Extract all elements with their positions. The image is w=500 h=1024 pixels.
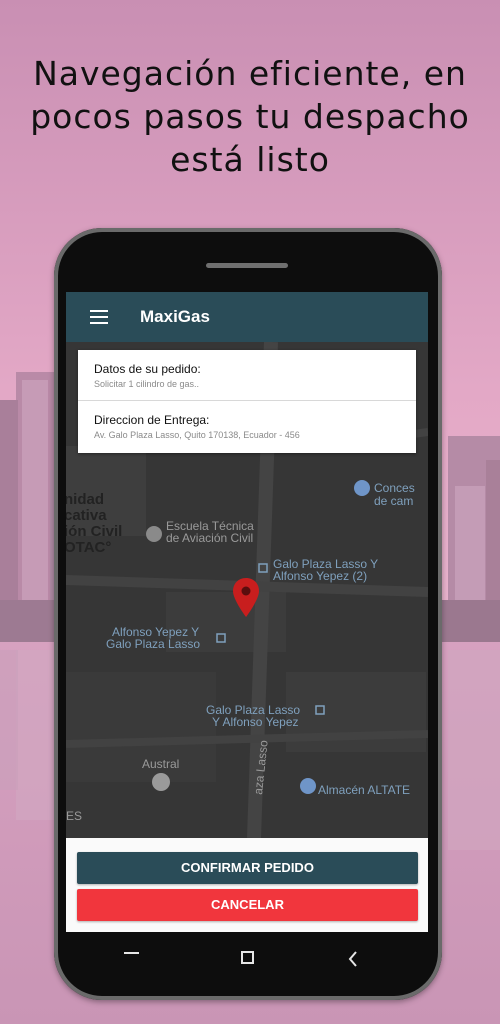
delivery-address-label: Direccion de Entrega: bbox=[94, 413, 210, 427]
concesion-marker-icon bbox=[354, 480, 370, 496]
confirm-order-button[interactable]: CONFIRMAR PEDIDO bbox=[77, 852, 418, 884]
headline-line-3: está listo bbox=[170, 140, 330, 179]
map-label-unidad-2: cativa bbox=[66, 507, 107, 524]
map-label-escuela-2: de Aviación Civil bbox=[166, 531, 254, 545]
headline-line-2: pocos pasos tu despacho bbox=[30, 97, 470, 136]
delivery-address-value: Av. Galo Plaza Lasso, Quito 170138, Ecua… bbox=[94, 430, 300, 440]
app-bar: MaxiGas bbox=[66, 292, 428, 342]
promo-headline: Navegación eficiente, en pocos pasos tu … bbox=[10, 52, 490, 181]
order-details-label: Datos de su pedido: bbox=[94, 362, 201, 376]
order-info-card: Datos de su pedido: Solicitar 1 cilindro… bbox=[78, 350, 416, 453]
app-title: MaxiGas bbox=[140, 307, 210, 326]
map-label-galo-yepez-2: Y Alfonso Yepez bbox=[212, 715, 299, 729]
map-label-yepez-galo-2: Galo Plaza Lasso bbox=[106, 637, 201, 651]
headline-line-1: Navegación eficiente, en bbox=[33, 54, 467, 93]
system-nav-bar bbox=[66, 932, 428, 988]
minus-icon[interactable] bbox=[124, 950, 140, 966]
action-panel: CONFIRMAR PEDIDO CANCELAR bbox=[66, 838, 428, 932]
map-label-almacen: Almacén ALTATE bbox=[318, 783, 411, 797]
map-label-concesion-1: Conces bbox=[374, 481, 415, 495]
cancel-button[interactable]: CANCELAR bbox=[77, 889, 418, 921]
phone-frame: MaxiGas nidad cativa ión Civil OTAC° Esc… bbox=[54, 228, 442, 1000]
school-marker-icon bbox=[146, 526, 162, 542]
square-icon[interactable] bbox=[240, 950, 256, 966]
map-label-galo-yepez2-2: Alfonso Yepez (2) bbox=[273, 569, 368, 583]
app-screen: MaxiGas nidad cativa ión Civil OTAC° Esc… bbox=[66, 292, 428, 932]
map-label-unidad-3: ión Civil bbox=[66, 523, 123, 540]
map-label-es: ES bbox=[66, 809, 83, 823]
austral-marker-icon bbox=[152, 773, 170, 791]
map-label-unidad-1: nidad bbox=[66, 491, 104, 508]
delivery-address-row[interactable]: Direccion de Entrega: Av. Galo Plaza Las… bbox=[78, 401, 416, 453]
hamburger-menu-icon[interactable] bbox=[90, 310, 108, 324]
map-label-unidad-4: OTAC° bbox=[66, 539, 112, 556]
phone-speaker bbox=[206, 263, 288, 268]
map-label-austral: Austral bbox=[142, 757, 180, 771]
map-label-concesion-2: de cam bbox=[374, 494, 414, 508]
almacen-marker-icon bbox=[300, 778, 316, 794]
order-details-row[interactable]: Datos de su pedido: Solicitar 1 cilindro… bbox=[78, 350, 416, 401]
order-details-value: Solicitar 1 cilindro de gas.. bbox=[94, 379, 200, 389]
chevron-left-icon[interactable] bbox=[346, 950, 362, 968]
